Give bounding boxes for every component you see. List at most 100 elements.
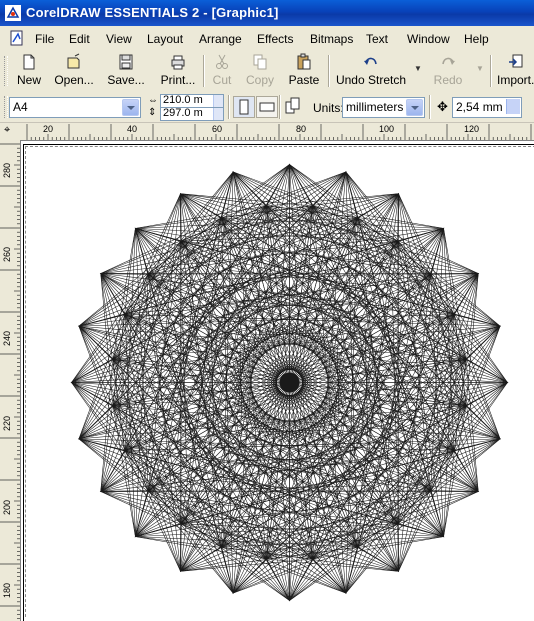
portrait-button[interactable]	[233, 96, 255, 118]
ruler-origin[interactable]: ⌖	[0, 123, 22, 141]
menu-view[interactable]: View	[106, 32, 132, 46]
redo-arrow-icon	[442, 57, 455, 65]
portrait-page-icon	[239, 99, 249, 115]
page-height-value: 297.0 m	[163, 107, 203, 119]
toolbar-separator	[490, 55, 492, 87]
import-button[interactable]: Import...	[497, 53, 534, 89]
horizontal-ruler[interactable]: 20 40 60 80 100 120	[21, 123, 534, 141]
standard-toolbar: New Open... Save... Print... Cut Copy Pa…	[0, 50, 534, 93]
redo-label: Redo	[433, 73, 463, 87]
document-icon[interactable]	[9, 30, 25, 46]
title-bar: CorelDRAW ESSENTIALS 2 - [Graphic1]	[0, 0, 534, 26]
cut-button[interactable]: Cut	[208, 53, 236, 89]
undo-button[interactable]: Undo Stretch	[335, 53, 407, 89]
ruler-label: 220	[2, 415, 12, 431]
menu-text[interactable]: Text	[366, 32, 388, 46]
cut-label: Cut	[212, 73, 232, 87]
drawing-canvas[interactable]	[21, 141, 534, 621]
menu-effects[interactable]: Effects	[257, 32, 293, 46]
menu-layout[interactable]: Layout	[147, 32, 183, 46]
open-label: Open...	[54, 73, 94, 87]
page-width-icon: ⇔	[148, 95, 158, 106]
coreldraw-app-icon	[5, 5, 21, 21]
undo-dropdown-arrow-icon[interactable]: ▼	[414, 64, 422, 73]
paste-label: Paste	[288, 73, 320, 87]
ruler-label: 280	[2, 162, 12, 178]
copy-button[interactable]: Copy	[244, 53, 276, 89]
page-height-icon: ⇕	[148, 107, 157, 118]
ruler-label: 80	[296, 124, 307, 134]
import-icon	[508, 54, 522, 68]
nudge-spinner[interactable]	[506, 99, 520, 114]
ruler-label: 60	[212, 124, 223, 134]
landscape-button[interactable]	[256, 96, 278, 118]
page-size-value: A4	[13, 100, 28, 114]
print-label: Print...	[160, 73, 196, 87]
paste-clipboard-icon	[297, 53, 311, 70]
printer-icon	[171, 55, 185, 70]
property-bar: A4 ⇔ 210.0 m ⇕ 297.0 m Units: millimeter…	[0, 92, 534, 123]
vertical-ruler[interactable]: 280 260 240 220 200 180	[0, 140, 21, 621]
page-width-spinner[interactable]	[213, 95, 223, 107]
ruler-label: 180	[2, 582, 12, 598]
redo-dropdown-arrow-icon[interactable]: ▼	[476, 64, 484, 73]
menu-window[interactable]: Window	[407, 32, 450, 46]
print-button[interactable]: Print...	[158, 53, 198, 89]
menu-arrange[interactable]: Arrange	[199, 32, 242, 46]
page-height-spinner[interactable]	[213, 108, 223, 120]
units-value: millimeters	[346, 100, 404, 114]
undo-arrow-icon	[364, 57, 377, 65]
ruler-label: 200	[2, 499, 12, 515]
all-pages-icon[interactable]	[284, 96, 302, 116]
scissors-icon	[216, 54, 228, 69]
save-label: Save...	[107, 73, 145, 87]
toolbar-separator	[203, 55, 205, 87]
undo-label: Undo Stretch	[335, 73, 407, 87]
page-width-value: 210.0 m	[163, 94, 203, 106]
open-button[interactable]: Open...	[53, 53, 95, 89]
save-button[interactable]: Save...	[106, 53, 146, 89]
page-width-field[interactable]: 210.0 m	[160, 94, 224, 108]
horizontal-ruler-ticks	[26, 124, 532, 140]
toolbar-separator	[328, 55, 330, 87]
ruler-origin-icon: ⌖	[4, 124, 11, 136]
menu-help[interactable]: Help	[464, 32, 489, 46]
toolbar-separator	[228, 95, 230, 119]
new-document-icon	[23, 54, 35, 70]
import-label: Import...	[497, 73, 534, 87]
ruler-label: 260	[2, 246, 12, 262]
ruler-label: 240	[2, 330, 12, 346]
menu-file[interactable]: File	[35, 32, 54, 46]
nudge-distance-value: 2,54 mm	[456, 100, 503, 114]
toolbar-grip[interactable]	[4, 56, 8, 86]
chevron-down-icon[interactable]	[122, 99, 139, 116]
copy-icon	[253, 54, 267, 70]
vertical-ruler-ticks	[0, 143, 20, 619]
toolbar-separator	[429, 95, 431, 119]
paste-button[interactable]: Paste	[286, 53, 322, 89]
page-height-field[interactable]: 297.0 m	[160, 107, 224, 121]
menu-bitmaps[interactable]: Bitmaps	[310, 32, 353, 46]
propbar-grip[interactable]	[4, 96, 8, 118]
units-label: Units:	[313, 101, 344, 115]
redo-button[interactable]: Redo	[428, 53, 468, 89]
ruler-label: 40	[127, 124, 138, 134]
ruler-label: 100	[379, 124, 395, 134]
units-select[interactable]: millimeters	[342, 97, 425, 118]
ruler-label: 120	[464, 124, 480, 134]
landscape-page-icon	[259, 102, 275, 112]
chevron-down-icon[interactable]	[406, 99, 423, 116]
new-button[interactable]: New	[12, 53, 46, 89]
open-folder-icon	[67, 53, 80, 69]
save-disk-icon	[119, 54, 133, 70]
menu-bar: File Edit View Layout Arrange Effects Bi…	[0, 26, 534, 51]
nudge-distance-field[interactable]: 2,54 mm	[452, 97, 522, 118]
menu-edit[interactable]: Edit	[69, 32, 90, 46]
copy-label: Copy	[245, 73, 274, 87]
ruler-label: 20	[43, 124, 54, 134]
page-size-select[interactable]: A4	[9, 97, 141, 118]
mandala-artwork[interactable]	[67, 160, 512, 605]
nudge-icon: ✥	[437, 99, 448, 114]
window-title: CorelDRAW ESSENTIALS 2 - [Graphic1]	[26, 5, 279, 20]
toolbar-separator	[279, 95, 281, 119]
